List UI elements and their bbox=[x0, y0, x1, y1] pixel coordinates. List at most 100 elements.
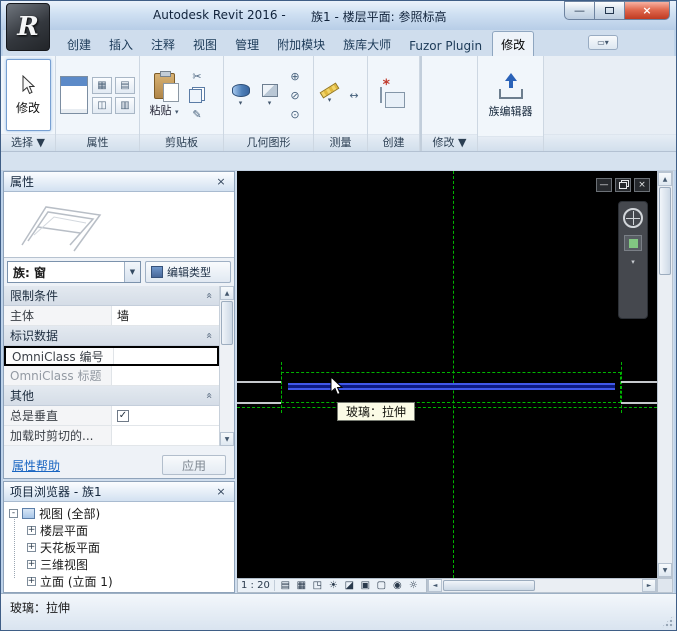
vertical-scrollbar-thumb[interactable] bbox=[659, 187, 671, 275]
tree-ceiling-plans-label[interactable]: 天花板平面 bbox=[40, 539, 100, 556]
section-identity-data[interactable]: 标识数据 « bbox=[4, 326, 219, 346]
drawing-area[interactable]: — × ▾ 玻璃：拉伸 bbox=[237, 171, 657, 578]
type-selector-row: 族: 窗 ▼ 编辑类型 bbox=[4, 258, 234, 286]
cut-icon[interactable]: ✂ bbox=[188, 69, 206, 84]
family-parameters-button[interactable]: ◫ bbox=[92, 97, 112, 114]
family-category-button[interactable]: ▦ bbox=[92, 77, 112, 94]
scroll-left-icon[interactable]: ◄ bbox=[428, 579, 442, 592]
cope-icon[interactable]: ⊙ bbox=[286, 107, 304, 122]
right-reference-line[interactable] bbox=[621, 362, 622, 413]
row-cut-with-voids-value[interactable] bbox=[112, 426, 219, 445]
tab-create[interactable]: 创建 bbox=[59, 32, 99, 56]
reveal-hidden-icon[interactable]: ☼ bbox=[406, 579, 421, 592]
tree-toggle-expand[interactable]: + bbox=[27, 526, 36, 535]
scroll-up-icon[interactable]: ▲ bbox=[658, 172, 672, 186]
section-other[interactable]: 其他 « bbox=[4, 386, 219, 406]
row-host-value[interactable]: 墙 bbox=[112, 306, 219, 325]
modify-tool-button[interactable]: 修改 bbox=[6, 59, 51, 131]
paste-button[interactable]: 粘贴 ▾ bbox=[144, 59, 184, 131]
tree-3d-views-label[interactable]: 三维视图 bbox=[40, 556, 88, 573]
tab-addins[interactable]: 附加模块 bbox=[269, 32, 333, 56]
tab-insert[interactable]: 插入 bbox=[101, 32, 141, 56]
paper-size-icon[interactable]: ▤ bbox=[278, 579, 293, 592]
family-types-button[interactable]: ▤ bbox=[115, 77, 135, 94]
tree-toggle-collapse[interactable]: - bbox=[9, 509, 18, 518]
always-vertical-checkbox[interactable]: ✓ bbox=[117, 410, 129, 422]
paste-dropdown-icon: ▾ bbox=[175, 108, 179, 116]
application-menu-button[interactable]: R bbox=[6, 3, 50, 51]
hide-isolate-icon[interactable]: ◉ bbox=[390, 579, 405, 592]
show-crop-region-icon[interactable]: ▢ bbox=[374, 579, 389, 592]
tree-elevations-label[interactable]: 立面 (立面 1) bbox=[40, 573, 113, 590]
copy-icon[interactable] bbox=[188, 88, 206, 103]
resize-grip[interactable] bbox=[661, 615, 674, 628]
aligned-dimension-icon[interactable]: ↔ bbox=[345, 88, 363, 103]
match-type-icon[interactable]: ✎ bbox=[188, 107, 206, 122]
canvas-horizontal-scrollbar[interactable]: ◄ ► bbox=[427, 578, 657, 593]
tree-toggle-expand[interactable]: + bbox=[27, 560, 36, 569]
tab-manage[interactable]: 管理 bbox=[227, 32, 267, 56]
panel-label-modify[interactable]: 修改 ▼ bbox=[422, 134, 477, 151]
create-group-button[interactable] bbox=[372, 88, 392, 102]
tree-toggle-expand[interactable]: + bbox=[27, 543, 36, 552]
family-editor-load-button[interactable]: 族编辑器 bbox=[482, 59, 539, 133]
tab-fuzor-plugin[interactable]: Fuzor Plugin bbox=[401, 35, 490, 56]
horizontal-reference-plane[interactable] bbox=[237, 407, 657, 408]
tab-modify[interactable]: 修改 bbox=[492, 31, 534, 56]
properties-scrollbar[interactable]: ▲ ▼ bbox=[219, 286, 234, 446]
view-minimize-button[interactable]: — bbox=[596, 178, 612, 192]
demolish-icon[interactable]: ⊘ bbox=[286, 88, 304, 103]
canvas-vertical-scrollbar[interactable]: ▲ ▼ bbox=[657, 171, 673, 578]
row-host-label: 主体 bbox=[4, 306, 112, 325]
visual-style-icon[interactable]: ◳ bbox=[310, 579, 325, 592]
tab-annotate[interactable]: 注释 bbox=[143, 32, 183, 56]
selector-chevron-down-icon[interactable]: ▼ bbox=[124, 262, 140, 282]
section-constraints[interactable]: 限制条件 « bbox=[4, 286, 219, 306]
properties-help-link[interactable]: 属性帮助 bbox=[12, 457, 60, 474]
wall-line-left-top bbox=[237, 381, 281, 383]
tree-toggle-expand[interactable]: + bbox=[27, 577, 36, 586]
detail-level-icon[interactable]: ▦ bbox=[294, 579, 309, 592]
panel-label-select[interactable]: 选择 ▼ bbox=[1, 134, 55, 151]
join-geometry-button[interactable]: ▾ bbox=[257, 59, 282, 131]
view-close-button[interactable]: × bbox=[634, 178, 650, 192]
tab-view[interactable]: 视图 bbox=[185, 32, 225, 56]
crop-view-icon[interactable]: ▣ bbox=[358, 579, 373, 592]
measure-button[interactable]: ▾ bbox=[318, 59, 341, 131]
apply-button[interactable]: 应用 bbox=[162, 455, 226, 475]
family-type-selector[interactable]: 族: 窗 ▼ bbox=[7, 261, 141, 283]
scroll-right-icon[interactable]: ► bbox=[642, 579, 656, 592]
project-browser-header: 项目浏览器 - 族1 × bbox=[4, 482, 234, 502]
project-browser-close-icon[interactable]: × bbox=[214, 485, 228, 498]
tree-elevations: + 立面 (立面 1) bbox=[4, 573, 234, 590]
tree-views-all-label[interactable]: 视图 (全部) bbox=[39, 505, 100, 522]
row-omniclass-number-value[interactable] bbox=[114, 348, 217, 364]
tree-floor-plans-label[interactable]: 楼层平面 bbox=[40, 522, 88, 539]
scroll-down-icon[interactable]: ▼ bbox=[658, 563, 672, 577]
minimize-button[interactable]: — bbox=[564, 1, 594, 20]
navbar-chevron-down-icon[interactable]: ▾ bbox=[631, 258, 635, 266]
maximize-button[interactable] bbox=[594, 1, 624, 20]
scroll-down-icon[interactable]: ▼ bbox=[220, 432, 234, 446]
ribbon-empty-area bbox=[544, 56, 676, 151]
edit-type-button[interactable]: 编辑类型 bbox=[145, 261, 231, 283]
close-button[interactable]: × bbox=[624, 1, 670, 20]
type-properties-button[interactable]: ▥ bbox=[115, 97, 135, 114]
cut-geometry-button[interactable]: ▾ bbox=[228, 59, 253, 131]
shadows-icon[interactable]: ◪ bbox=[342, 579, 357, 592]
view-restore-button[interactable] bbox=[615, 178, 631, 192]
left-reference-line[interactable] bbox=[281, 362, 282, 413]
paint-icon[interactable]: ⊕ bbox=[286, 69, 304, 84]
scrollbar-thumb[interactable] bbox=[221, 301, 233, 345]
scroll-up-icon[interactable]: ▲ bbox=[220, 286, 234, 300]
row-omniclass-title-value[interactable] bbox=[112, 366, 219, 385]
ribbon-collapse-button[interactable]: ▭▾ bbox=[588, 35, 618, 50]
properties-close-icon[interactable]: × bbox=[214, 175, 228, 188]
sun-path-icon[interactable]: ☀ bbox=[326, 579, 341, 592]
horizontal-scrollbar-thumb[interactable] bbox=[443, 580, 535, 591]
steering-wheel-icon[interactable] bbox=[623, 208, 643, 228]
zoom-tool-icon[interactable] bbox=[624, 235, 642, 251]
tab-family-library-master[interactable]: 族库大师 bbox=[335, 32, 399, 56]
properties-palette-button[interactable] bbox=[60, 76, 88, 114]
view-scale-control[interactable]: 1 : 20 bbox=[241, 580, 275, 591]
